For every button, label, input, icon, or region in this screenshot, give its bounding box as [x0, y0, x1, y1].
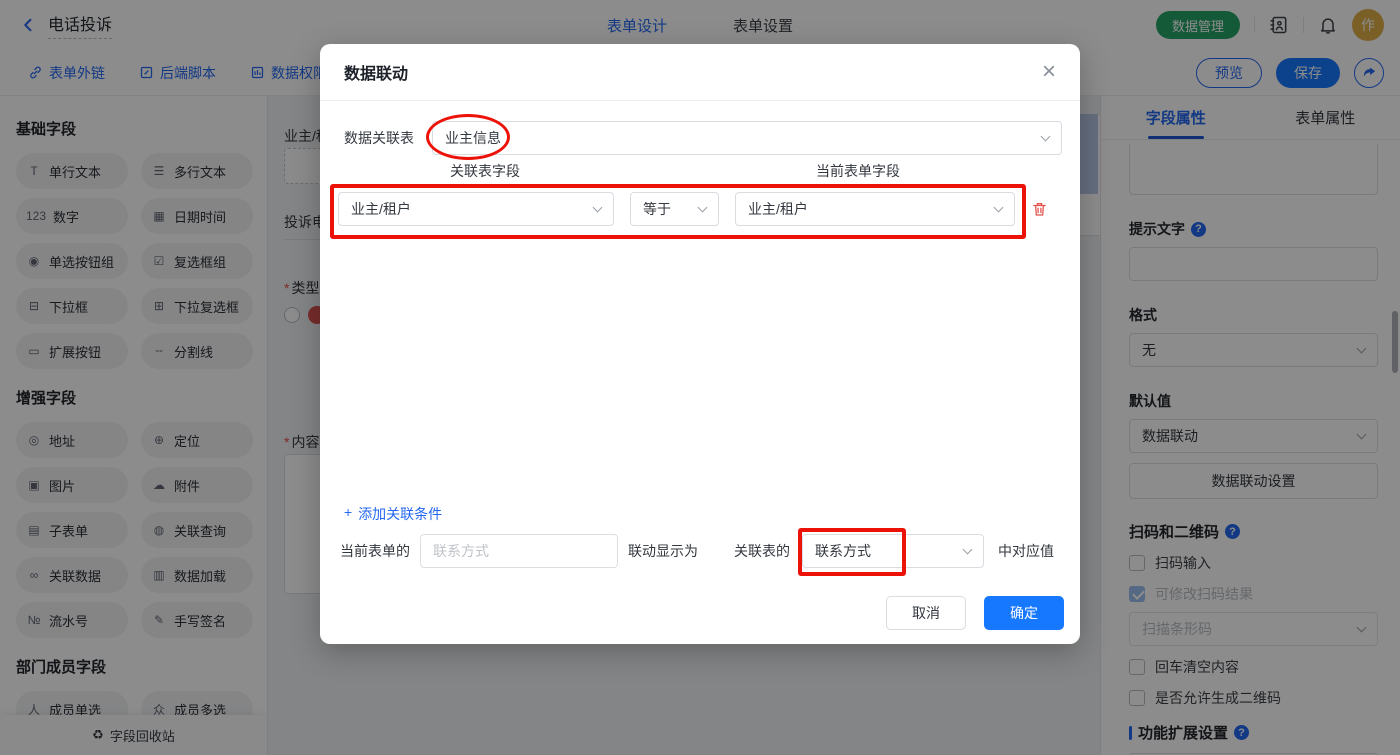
chevron-down-icon	[698, 202, 708, 212]
chevron-down-icon	[994, 202, 1004, 212]
condition-left-value: 业主/租户	[351, 199, 411, 219]
modal-footer: 取消 确定	[886, 596, 1064, 630]
modal-header: 数据联动 ×	[320, 44, 1080, 101]
data-linkage-modal: 数据联动 × 数据关联表 业主信息 关联表字段 当前表单字段 业主/租户 等于 …	[320, 44, 1080, 644]
close-icon[interactable]: ×	[1042, 60, 1056, 84]
relation-table-value: 业主信息	[445, 128, 501, 148]
modal-title: 数据联动	[344, 60, 408, 84]
condition-right-select[interactable]: 业主/租户	[735, 192, 1015, 226]
add-condition-link[interactable]: + 添加关联条件	[344, 504, 442, 524]
map-table-text: 关联表的	[734, 541, 790, 561]
relation-table-select[interactable]: 业主信息	[432, 121, 1062, 155]
target-field-value: 联系方式	[815, 541, 871, 561]
current-field-input[interactable]: 联系方式	[420, 534, 618, 568]
column-header-current-field: 当前表单字段	[816, 161, 900, 181]
map-middle-text: 联动显示为	[628, 541, 698, 561]
delete-condition-trash-icon[interactable]	[1031, 200, 1048, 218]
target-field-select[interactable]: 联系方式	[802, 534, 984, 568]
map-prefix-text: 当前表单的	[340, 541, 410, 561]
map-suffix-text: 中对应值	[998, 541, 1054, 561]
chevron-down-icon	[963, 544, 973, 554]
linkage-mapping-row: 当前表单的 联系方式 联动显示为 关联表的 联系方式 中对应值	[340, 533, 1064, 569]
condition-operator-select[interactable]: 等于	[630, 192, 719, 226]
relation-table-row: 数据关联表 业主信息	[344, 121, 1062, 155]
chevron-down-icon	[593, 202, 603, 212]
column-header-relation-field: 关联表字段	[450, 161, 520, 181]
add-condition-label: 添加关联条件	[358, 504, 442, 524]
condition-operator-value: 等于	[643, 199, 671, 219]
confirm-button[interactable]: 确定	[984, 596, 1064, 630]
condition-left-select[interactable]: 业主/租户	[338, 192, 614, 226]
condition-row: 业主/租户 等于 业主/租户	[338, 192, 1048, 226]
relation-table-label: 数据关联表	[344, 128, 414, 148]
plus-icon: +	[344, 504, 352, 524]
chevron-down-icon	[1041, 131, 1051, 141]
condition-right-value: 业主/租户	[748, 199, 808, 219]
cancel-button[interactable]: 取消	[886, 596, 966, 630]
